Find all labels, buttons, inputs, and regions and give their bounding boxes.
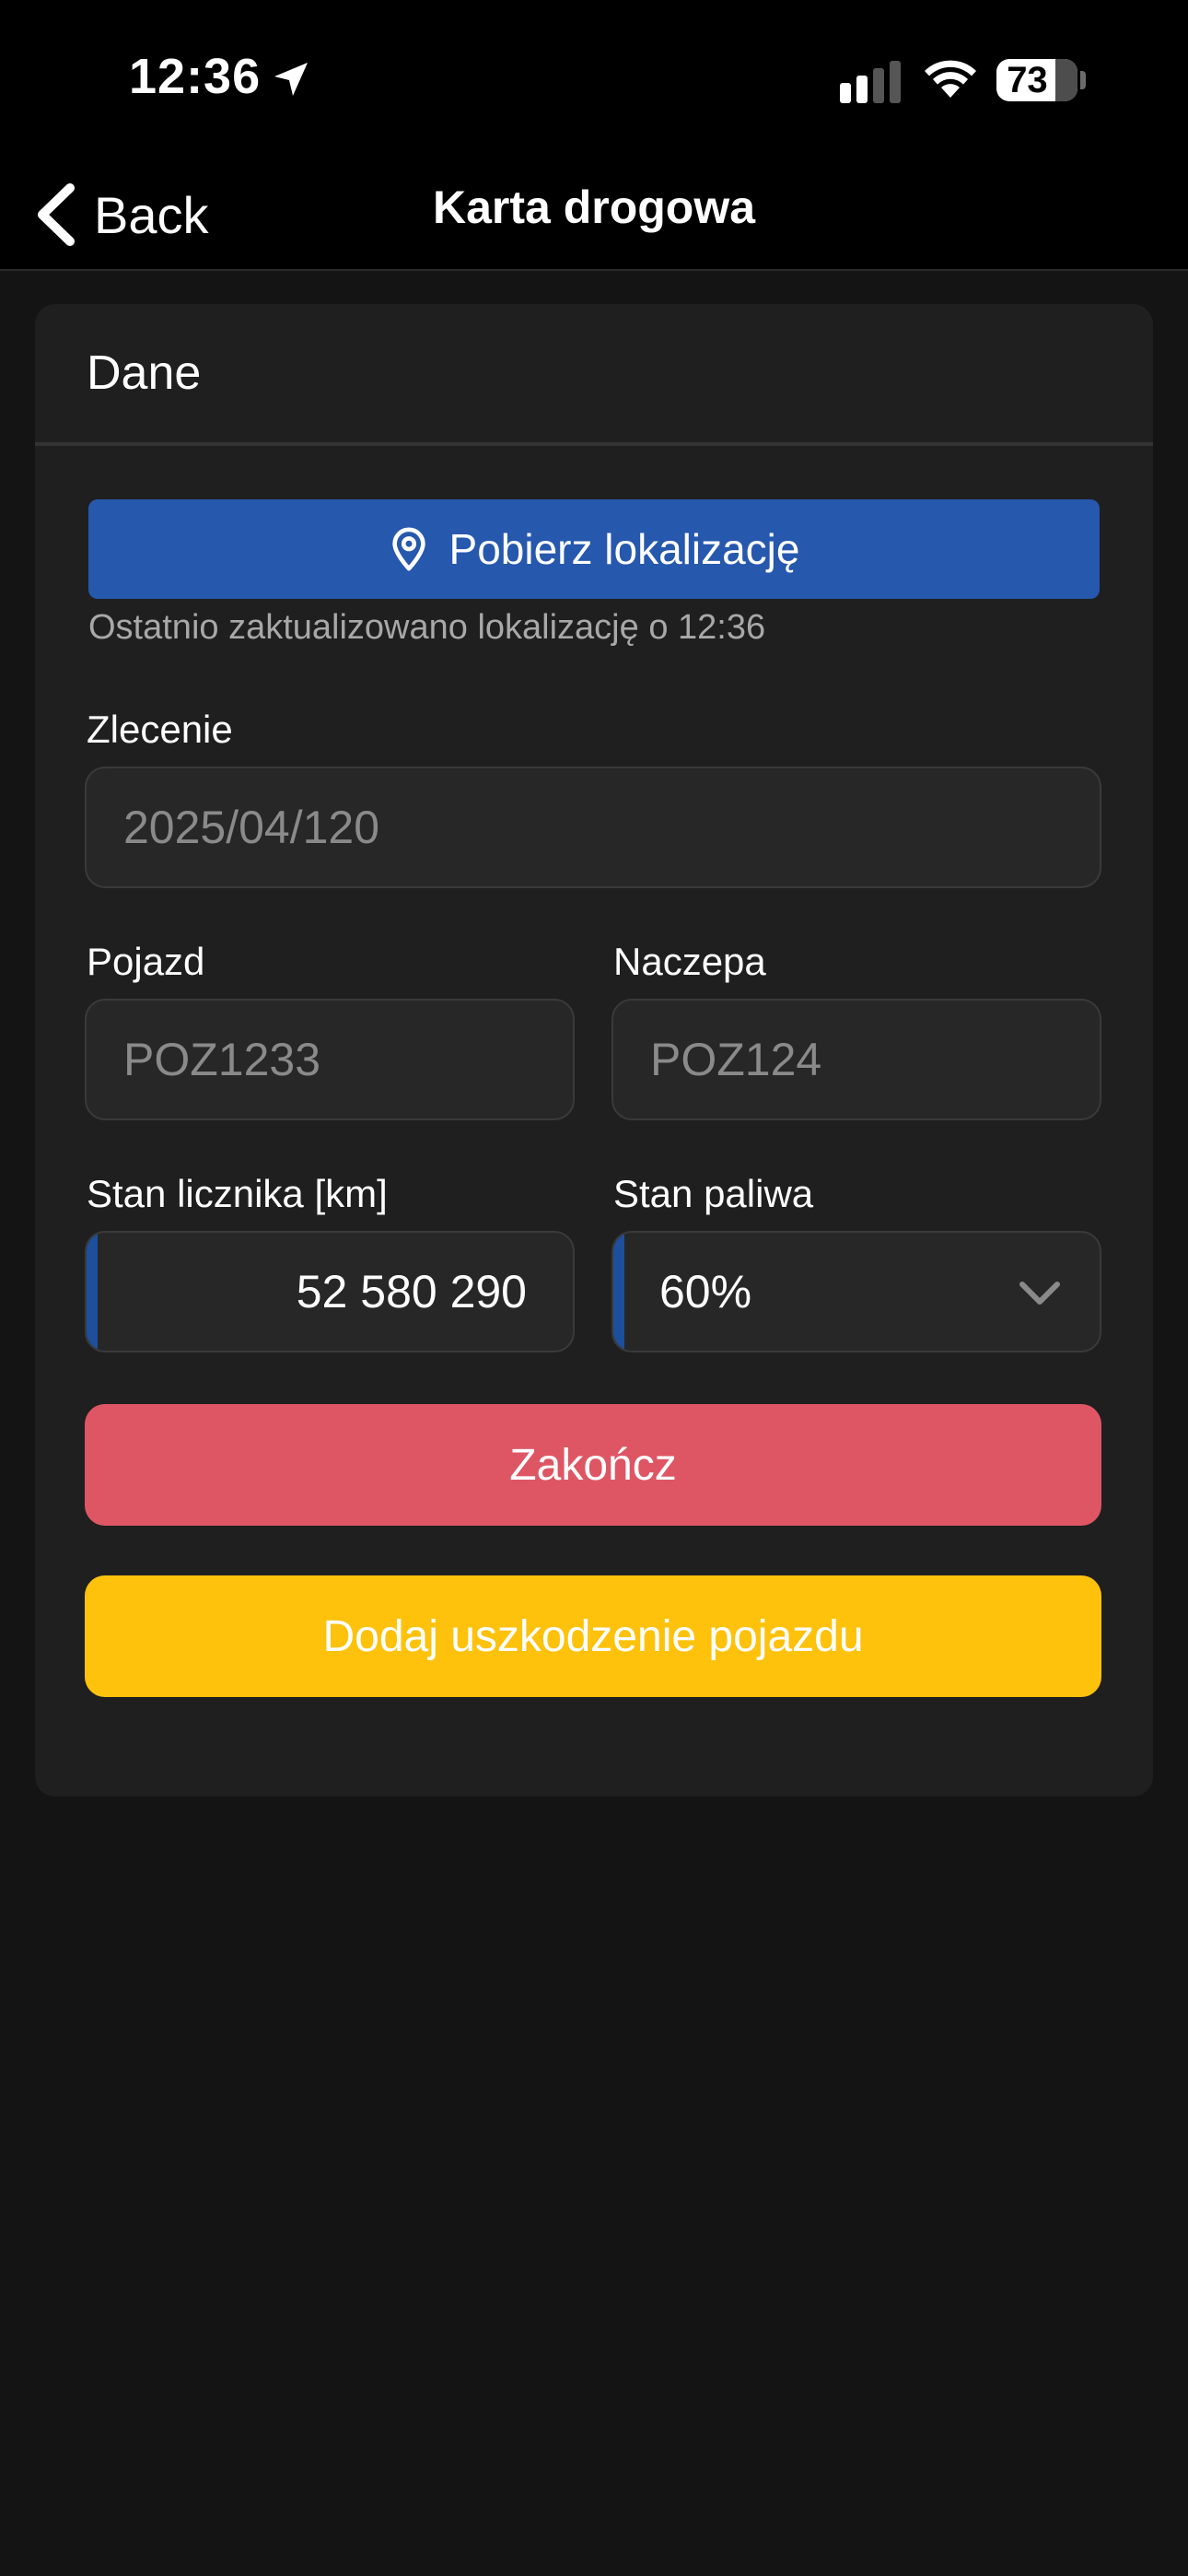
get-location-label: Pobierz lokalizację: [448, 525, 800, 573]
location-arrow-icon: [274, 63, 308, 96]
map-pin-icon: [391, 527, 425, 571]
card-title: Dane: [87, 346, 202, 400]
odometer-label: Stan licznika [km]: [87, 1172, 388, 1215]
order-value: 2025/04/120: [123, 802, 380, 853]
vehicle-value: POZ1233: [123, 1034, 321, 1085]
status-time: 12:36: [129, 49, 262, 104]
add-vehicle-damage-button[interactable]: Dodaj uszkodzenie pojazdu: [85, 1575, 1101, 1697]
navigation-bar: Back Karta drogowa: [0, 157, 1188, 271]
fuel-select[interactable]: 60%: [611, 1231, 1101, 1352]
battery-cap: [1080, 71, 1086, 89]
trailer-value: POZ124: [650, 1034, 822, 1085]
data-card: Dane Pobierz lokalizację Ostatnio zaktua…: [35, 304, 1153, 1797]
battery-level: 73: [1007, 60, 1048, 100]
battery-empty-portion: [1055, 59, 1077, 101]
finish-button[interactable]: Zakończ: [85, 1404, 1101, 1526]
chevron-left-icon: [38, 183, 75, 246]
order-label: Zlecenie: [87, 708, 233, 751]
card-header: Dane: [35, 304, 1153, 446]
fuel-value: 60%: [659, 1266, 752, 1317]
odometer-value: 52 580 290: [296, 1266, 527, 1317]
chevron-down-icon: [1019, 1282, 1060, 1305]
order-field[interactable]: 2025/04/120: [85, 767, 1101, 888]
cellular-signal-icon: [840, 61, 901, 103]
vehicle-label: Pojazd: [87, 940, 205, 983]
status-bar: 12:36 73: [0, 0, 1188, 157]
back-button[interactable]: Back: [28, 173, 267, 256]
trailer-label: Naczepa: [613, 940, 766, 983]
vehicle-field[interactable]: POZ1233: [85, 999, 575, 1120]
add-vehicle-damage-label: Dodaj uszkodzenie pojazdu: [322, 1611, 864, 1661]
finish-button-label: Zakończ: [509, 1440, 677, 1490]
trailer-field[interactable]: POZ124: [611, 999, 1101, 1120]
odometer-input[interactable]: 52 580 290: [85, 1231, 575, 1352]
fuel-label: Stan paliwa: [613, 1172, 814, 1215]
get-location-button[interactable]: Pobierz lokalizację: [88, 499, 1100, 599]
location-status-text: Ostatnio zaktualizowano lokalizację o 12…: [88, 608, 766, 647]
back-label: Back: [94, 185, 209, 244]
wifi-icon: [925, 60, 976, 98]
battery-indicator: 73: [996, 59, 1077, 101]
